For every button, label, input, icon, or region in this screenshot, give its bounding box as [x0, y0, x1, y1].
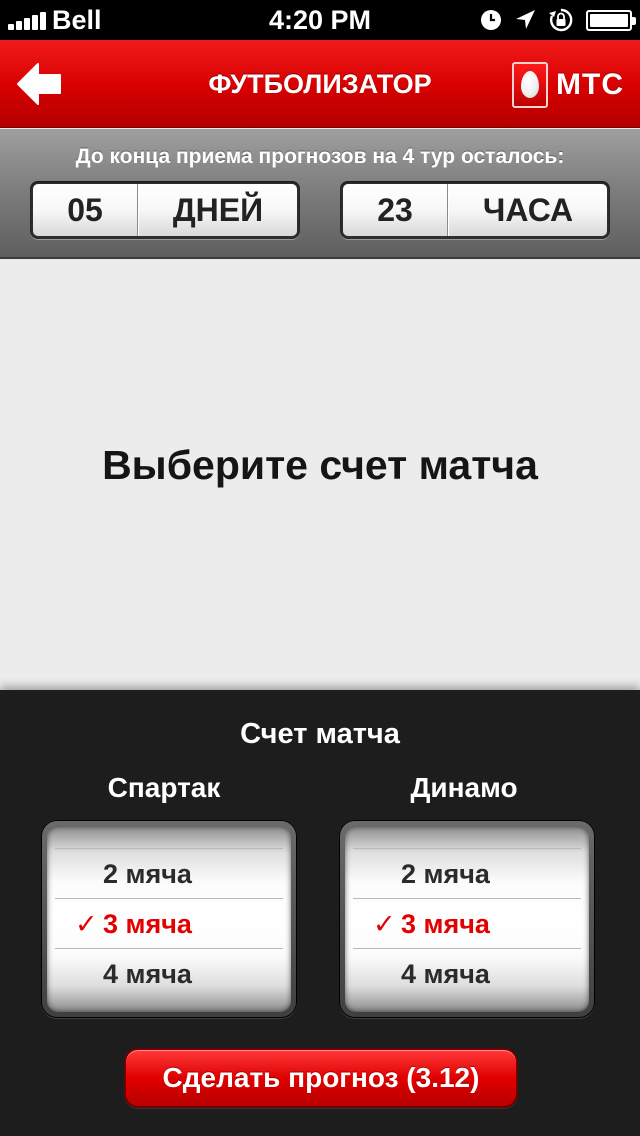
days-counter: 05 ДНЕЙ [30, 181, 300, 239]
days-unit: ДНЕЙ [138, 184, 297, 236]
hours-counter: 23 ЧАСА [340, 181, 610, 239]
home-option-4[interactable]: 4 мяча [55, 948, 283, 998]
score-panel: Счет матча Спартак Динамо 2 мяча ✓ 3 мяч… [0, 690, 640, 1136]
option-label: 4 мяча [401, 959, 490, 989]
back-arrow-icon [17, 63, 61, 105]
home-team-name: Спартак [107, 772, 221, 803]
countdown-label: До конца приема прогнозов на 4 тур остал… [75, 145, 565, 168]
countdown-bar: До конца приема прогнозов на 4 тур остал… [0, 129, 640, 259]
option-label: 4 мяча [103, 959, 192, 989]
score-prompt: Выберите счет матча [102, 442, 538, 488]
score-panel-title: Счет матча [240, 718, 400, 750]
battery-icon [586, 9, 636, 31]
home-option-3-selected[interactable]: ✓ 3 мяча [55, 898, 283, 948]
away-option-2[interactable]: 2 мяча [353, 848, 581, 898]
mts-egg-icon [512, 62, 549, 108]
location-arrow-icon [516, 10, 535, 29]
rotation-lock-icon [549, 8, 573, 32]
clock-icon [481, 10, 501, 30]
back-button[interactable] [14, 60, 66, 108]
main-content: Выберите счет матча [0, 260, 640, 690]
home-option-2[interactable]: 2 мяча [55, 848, 283, 898]
hours-value: 23 [343, 184, 448, 236]
checkmark-icon: ✓ [75, 909, 98, 939]
status-bar: Bell 4:20 PM [0, 0, 640, 40]
app-header: ФУТБОЛИЗАТОР МТС [0, 40, 640, 128]
status-icons [480, 7, 636, 33]
option-label: 2 мяча [401, 859, 490, 889]
home-picker-wheel[interactable]: 2 мяча ✓ 3 мяча 4 мяча [47, 826, 291, 1012]
option-label: 3 мяча [103, 909, 192, 939]
option-label: 2 мяча [103, 859, 192, 889]
days-value: 05 [33, 184, 138, 236]
option-label: 3 мяча [401, 909, 490, 939]
away-team-name: Динамо [410, 772, 518, 803]
mts-logo: МТС [512, 60, 624, 110]
away-option-3-selected[interactable]: ✓ 3 мяча [353, 898, 581, 948]
make-forecast-button[interactable]: Сделать прогноз (3.12) [124, 1048, 518, 1108]
battery-fill [590, 13, 628, 27]
away-score-picker[interactable]: 2 мяча ✓ 3 мяча 4 мяча [339, 820, 595, 1018]
mts-logo-text: МТС [556, 68, 624, 101]
checkmark-icon: ✓ [373, 909, 396, 939]
hours-unit: ЧАСА [448, 184, 607, 236]
away-picker-wheel[interactable]: 2 мяча ✓ 3 мяча 4 мяча [345, 826, 589, 1012]
home-score-picker[interactable]: 2 мяча ✓ 3 мяча 4 мяча [41, 820, 297, 1018]
away-option-4[interactable]: 4 мяча [353, 948, 581, 998]
